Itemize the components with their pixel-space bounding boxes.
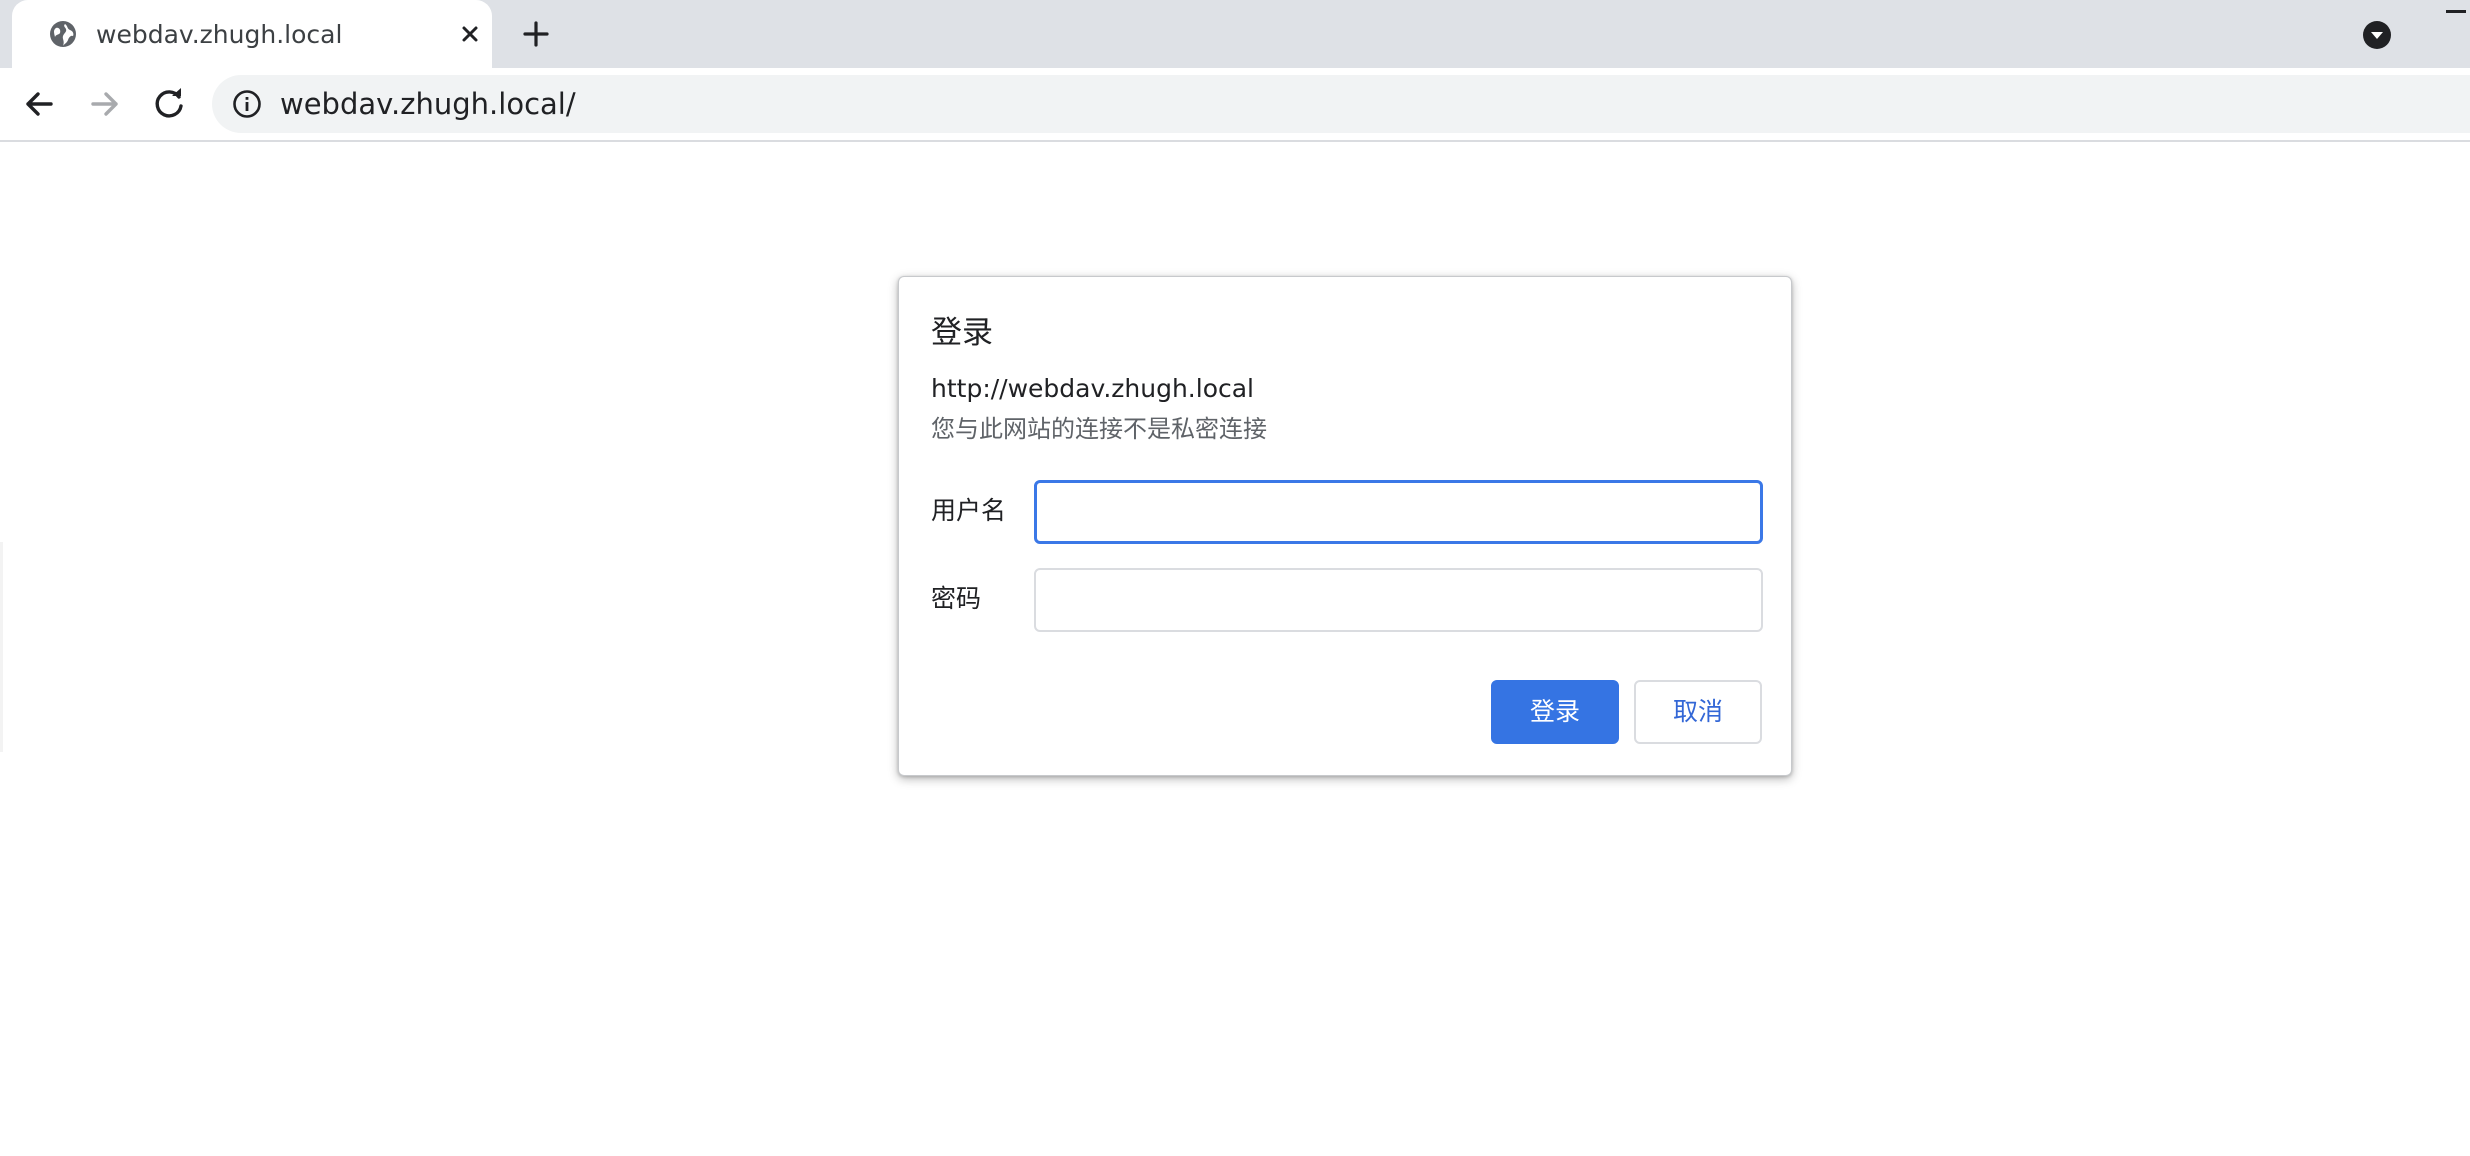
plus-icon[interactable] bbox=[520, 18, 552, 50]
arrow-left-icon[interactable] bbox=[20, 85, 58, 123]
window-minimize-button[interactable] bbox=[2446, 10, 2466, 13]
browser-tab[interactable]: webdav.zhugh.local bbox=[12, 0, 492, 68]
dialog-origin: http://webdav.zhugh.local bbox=[931, 374, 1254, 403]
browser-toolbar: webdav.zhugh.local/ bbox=[0, 68, 2470, 142]
password-field[interactable] bbox=[1034, 568, 1763, 632]
username-field[interactable] bbox=[1034, 480, 1763, 544]
globe-icon bbox=[48, 19, 78, 49]
cancel-button[interactable]: 取消 bbox=[1634, 680, 1762, 744]
url-text[interactable]: webdav.zhugh.local/ bbox=[280, 86, 576, 122]
password-label: 密码 bbox=[931, 584, 982, 613]
tab-search-icon[interactable] bbox=[2362, 20, 2392, 50]
signin-button[interactable]: 登录 bbox=[1491, 680, 1619, 744]
dialog-warning: 您与此网站的连接不是私密连接 bbox=[931, 415, 1267, 443]
page-edge-shadow bbox=[0, 542, 3, 752]
tab-strip: webdav.zhugh.local bbox=[0, 0, 2470, 68]
arrow-right-icon[interactable] bbox=[86, 85, 124, 123]
dialog-title: 登录 bbox=[931, 315, 993, 351]
page-content: 登录 http://webdav.zhugh.local 您与此网站的连接不是私… bbox=[0, 142, 2470, 1156]
reload-icon[interactable] bbox=[150, 85, 188, 123]
tab-title: webdav.zhugh.local bbox=[96, 20, 343, 49]
username-label: 用户名 bbox=[931, 496, 1007, 525]
address-bar[interactable]: webdav.zhugh.local/ bbox=[212, 75, 2470, 133]
close-icon[interactable] bbox=[456, 20, 484, 48]
info-icon[interactable] bbox=[232, 89, 262, 119]
auth-dialog: 登录 http://webdav.zhugh.local 您与此网站的连接不是私… bbox=[898, 276, 1792, 776]
